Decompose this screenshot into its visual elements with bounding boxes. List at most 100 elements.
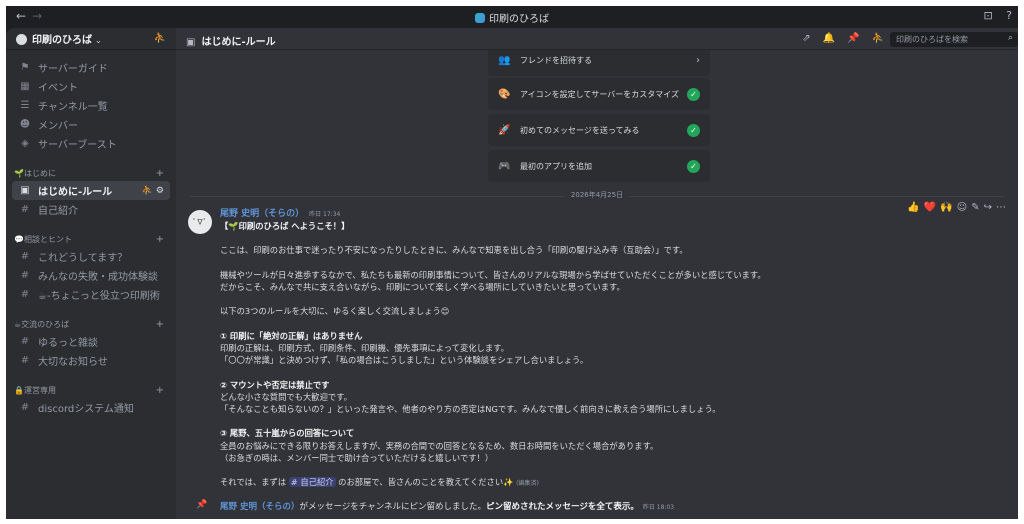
channel-settings-icon[interactable]: ⛹ ⚙ (142, 186, 164, 196)
message-header: 尾野 史明（そらの） 昨日 17:34 (220, 206, 900, 219)
member-list-icon[interactable]: ⛹ (872, 33, 884, 44)
channel-item[interactable]: # 自己紹介 (12, 200, 170, 219)
closing-text: のお部屋で、皆さんのことを教えてください✨ (335, 477, 514, 488)
notification-bell-icon[interactable]: 🔔 (823, 33, 835, 44)
channel-item[interactable]: # みんなの失敗・成功体験談 (12, 266, 170, 285)
channel-category[interactable]: 🌱はじめに + (12, 165, 170, 181)
pin-author[interactable]: 尾野 史明（そらの） (220, 502, 299, 512)
hash-icon: # (20, 251, 30, 262)
closing-text: それでは、まずは (220, 477, 289, 488)
channel-item[interactable]: ▣ はじめに-ルール ⛹ ⚙ (12, 181, 170, 200)
channel-label: discordシステム通知 (38, 404, 134, 415)
sidebar-item-label: チャンネル一覧 (38, 102, 108, 113)
hash-icon: # (20, 204, 30, 215)
add-channel-icon[interactable]: + (156, 168, 168, 179)
invite-member-icon[interactable]: ⛹ (154, 33, 166, 44)
window-title-text: 印刷のひろば (489, 14, 549, 25)
channel-label: これどうしてます？ (38, 253, 128, 264)
channel-sidebar: 印刷のひろば ⌄ ⛹ ⚑ サーバーガイド ▦ イベント ☰ チャンネル一覧 ☻ メンバー ◈ サーバ… (6, 28, 176, 519)
raised-hands-icon[interactable]: 🙌 (940, 202, 952, 213)
server-icon (475, 13, 485, 23)
onboarding-task[interactable]: 🚀 初めてのメッセージを送ってみる ✓ (488, 114, 710, 146)
sidebar-item[interactable]: ◈ サーバーブースト (12, 134, 170, 153)
task-icon: 🚀 (498, 124, 511, 136)
channel-category[interactable]: 🔒運営専用 + (12, 382, 170, 398)
rule-text: 全員のお悩みにできる限りお答えしますが、実務の合間での回答となるため、数日お時間… (220, 440, 659, 451)
sidebar-item[interactable]: ☰ チャンネル一覧 (12, 96, 170, 115)
category-label: 💬相談とヒント (14, 234, 72, 244)
header-actions: ⇗ 🔔 📌 ⛹ (790, 33, 884, 44)
message-body: 【🌱印刷のひろば へようこそ！】 ここは、印刷のお仕事で迷ったり不安になったりし… (220, 220, 900, 490)
sidebar-item-icon: ▦ (20, 81, 30, 92)
thumbs-up-icon[interactable]: 👍 (907, 202, 919, 213)
pin-notice-text: 尾野 史明（そらの）がメッセージをチャンネルにピン留めしました。ピン留めされたメ… (220, 500, 674, 512)
message-area: 👥 フレンドを招待する › 🎨 アイコンを設定してサーバーをカスタマイズ ✓ 🚀 初めてのメッ… (176, 50, 1018, 519)
channel-item[interactable]: # これどうしてます？ (12, 247, 170, 266)
reply-icon[interactable]: ↪ (984, 202, 992, 213)
edit-icon[interactable]: ✎ (971, 202, 979, 213)
search-input[interactable]: 印刷のひろばを検索 ⌕ (890, 32, 1018, 47)
task-label: 初めてのメッセージを送ってみる (520, 125, 640, 135)
date-divider-text: 2026年4月25日 (564, 190, 630, 200)
more-icon[interactable]: ⋯ (996, 202, 1006, 213)
title-bar: ←→ 印刷のひろば ⊡ ? (6, 6, 1018, 28)
sidebar-item[interactable]: ▦ イベント (12, 77, 170, 96)
inbox-icon[interactable]: ⊡ (983, 9, 992, 22)
onboarding-task[interactable]: 🎮 最初のアプリを追加 ✓ (488, 150, 710, 182)
avatar[interactable]: ﾟ∇ﾟ (188, 210, 212, 234)
heart-icon[interactable]: ❤️ (924, 202, 936, 213)
add-channel-icon[interactable]: + (156, 234, 168, 245)
channel-mention-link[interactable]: # 自己紹介 (288, 477, 336, 488)
help-icon[interactable]: ? (1006, 9, 1012, 22)
rule-text: （お急ぎの時は、メンバー同士で助け合っていただけると嬉しいです！） (220, 452, 494, 463)
add-reaction-icon[interactable]: ☺ (957, 202, 967, 213)
threads-icon[interactable]: ⇗ (802, 33, 810, 44)
pinned-messages-icon[interactable]: 📌 (847, 33, 859, 44)
sidebar-item-icon: ☰ (20, 100, 30, 111)
add-channel-icon[interactable]: + (156, 319, 168, 330)
channel-category[interactable]: ☕交流のひろば + (12, 316, 170, 332)
check-icon: ✓ (687, 159, 700, 173)
channel-item[interactable]: # ☕-ちょこっと役立つ印刷術 (12, 285, 170, 304)
server-name[interactable]: 印刷のひろば ⌄ (16, 31, 102, 46)
rule-text: どんな小さな質問でも大歓迎です。 (220, 391, 352, 402)
message-paragraph: 以下の3つのルールを大切に、ゆるく楽しく交流しましょう😊 (220, 306, 450, 317)
message-author[interactable]: 尾野 史明（そらの） (220, 209, 304, 219)
rule-heading: ① 印刷に「絶対の正解」はありません (220, 330, 363, 341)
sidebar-item[interactable]: ⚑ サーバーガイド (12, 58, 170, 77)
channel-item[interactable]: # 大切なお知らせ (12, 351, 170, 370)
rules-channel-icon: ▣ (20, 185, 30, 196)
view-pinned-link[interactable]: ピン留めされたメッセージを全て表示。 (486, 502, 639, 512)
hash-icon: # (20, 289, 30, 300)
check-icon: ✓ (687, 87, 700, 101)
channel-category[interactable]: 💬相談とヒント + (12, 231, 170, 247)
channel-label: 大切なお知らせ (38, 357, 108, 368)
search-icon: ⌕ (1007, 33, 1013, 43)
channel-item[interactable]: # ゆるっと雑談 (12, 332, 170, 351)
check-icon: ✓ (687, 123, 700, 137)
date-divider: 2026年4月25日 (190, 190, 1004, 200)
sidebar-item-label: メンバー (38, 121, 78, 132)
channel-label: ゆるっと雑談 (38, 338, 98, 349)
message-paragraph: ここは、印刷のお仕事で迷ったり不安になったりしたときに、みんなで知恵を出し合う「… (220, 245, 688, 256)
channel-item[interactable]: # discordシステム通知 (12, 398, 170, 417)
add-channel-icon[interactable]: + (156, 385, 168, 396)
channel-list: ⚑ サーバーガイド ▦ イベント ☰ チャンネル一覧 ☻ メンバー ◈ サーバーブースト 🌱はじめに… (6, 50, 176, 425)
server-header[interactable]: 印刷のひろば ⌄ ⛹ (6, 28, 176, 50)
onboarding-task[interactable]: 🎨 アイコンを設定してサーバーをカスタマイズ ✓ (488, 78, 710, 110)
rules-channel-icon: ▣ (186, 37, 196, 48)
rule-heading: ③ 尾野、五十嵐からの回答について (220, 428, 355, 439)
category-label: ☕交流のひろば (14, 319, 70, 329)
hash-icon: # (20, 270, 30, 281)
message-hover-toolbar: 👍 ❤️ 🙌 ☺ ✎ ↪ ⋯ (903, 202, 1006, 213)
edited-label: (編集済) (516, 480, 539, 488)
server-name-text: 印刷のひろば (32, 35, 92, 46)
task-label: アイコンを設定してサーバーをカスタマイズ (520, 89, 680, 99)
task-label: フレンドを招待する (520, 55, 592, 65)
onboarding-task[interactable]: 👥 フレンドを招待する › (488, 50, 710, 76)
message-paragraph: 機械やツールが日々進歩するなかで、私たちも最新の印刷事情について、皆さんのリアル… (220, 269, 766, 280)
channel-label: 自己紹介 (38, 206, 78, 217)
sidebar-item[interactable]: ☻ メンバー (12, 115, 170, 134)
hash-icon: # (20, 355, 30, 366)
channel-label: ☕-ちょこっと役立つ印刷術 (38, 291, 160, 302)
